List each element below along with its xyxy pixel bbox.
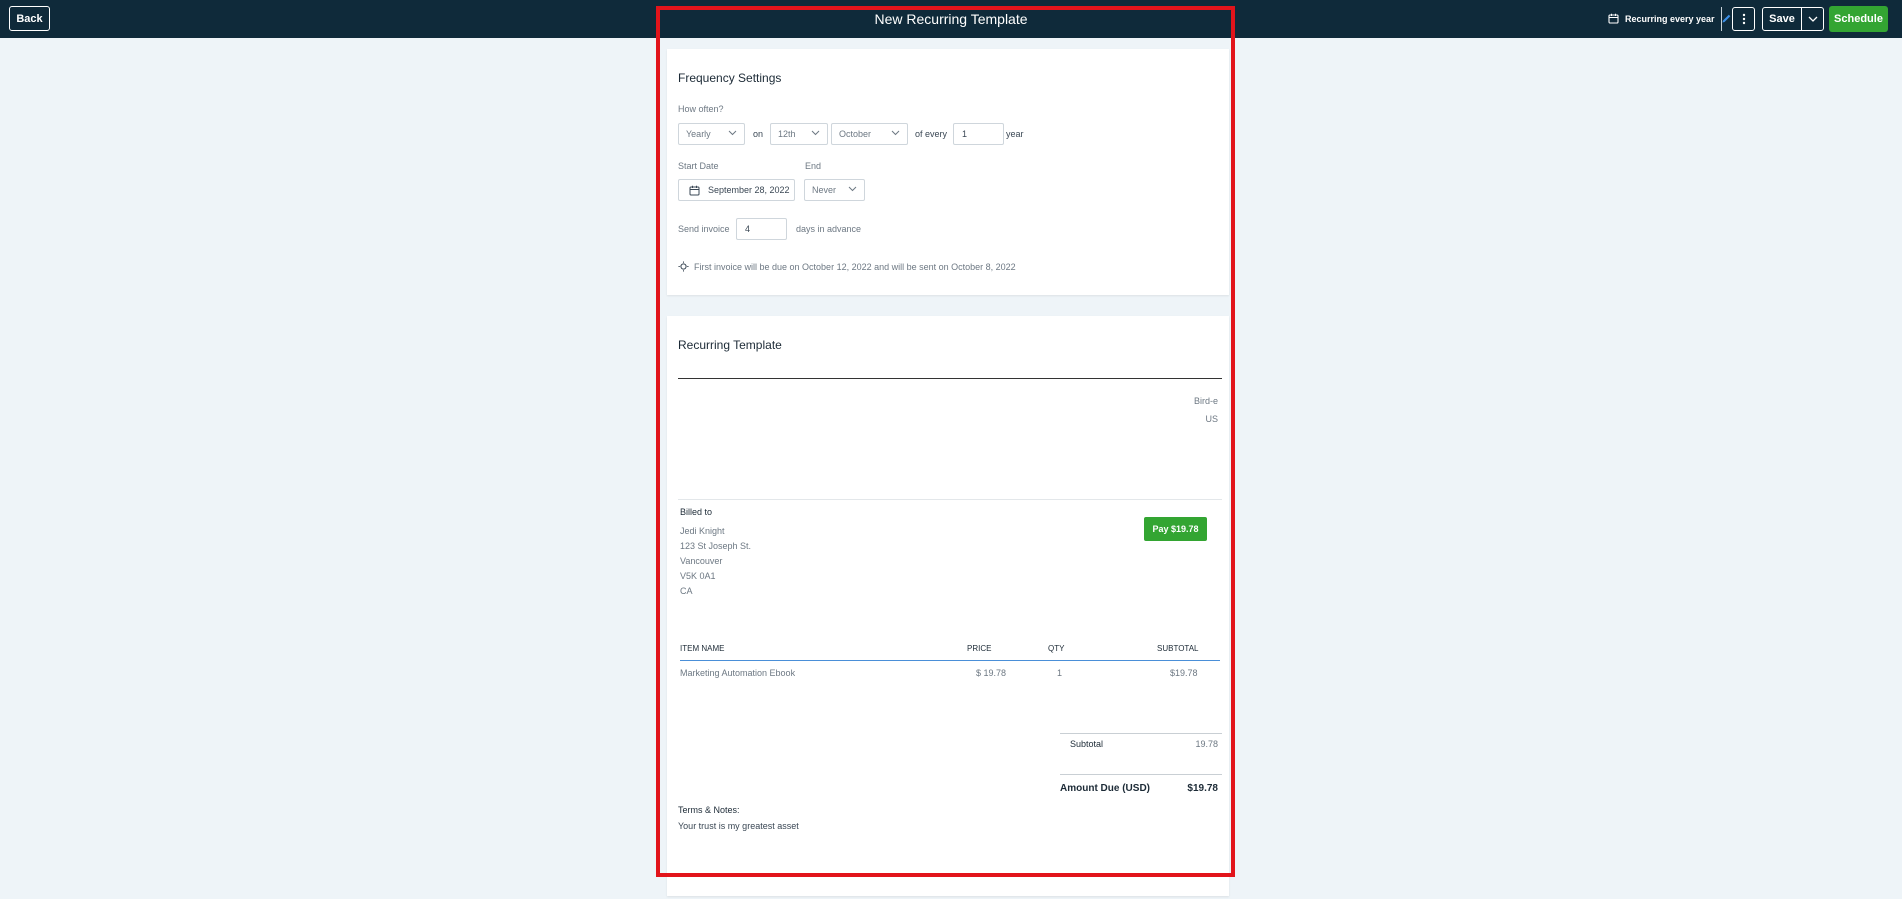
day-select[interactable]: 12th xyxy=(770,123,828,145)
of-every-label: of every xyxy=(915,129,948,139)
vertical-dots-icon xyxy=(1742,13,1745,25)
column-header-subtotal: SUBTOTAL xyxy=(1157,644,1199,653)
end-label: End xyxy=(805,161,822,171)
terms-notes-text: Your trust is my greatest asset xyxy=(678,821,799,831)
billed-to-line: Vancouver xyxy=(680,556,723,566)
column-header-qty: QTY xyxy=(1048,644,1065,653)
send-days-input[interactable]: 4 xyxy=(736,218,787,240)
days-in-advance-label: days in advance xyxy=(796,224,862,234)
subtotal-label: Subtotal xyxy=(1070,739,1104,749)
first-invoice-info-text: First invoice will be due on October 12,… xyxy=(694,261,1016,272)
send-invoice-label: Send invoice xyxy=(678,224,730,234)
day-select-value: 12th xyxy=(778,129,796,139)
subtotal-divider xyxy=(1060,733,1222,734)
how-often-label: How often? xyxy=(678,104,724,114)
end-select[interactable]: Never xyxy=(804,179,865,201)
billed-to-label: Billed to xyxy=(680,507,713,517)
start-date-label: Start Date xyxy=(678,161,719,171)
recurring-template-card: Recurring Template Bird-e US Billed to J… xyxy=(667,316,1229,896)
interval-input[interactable]: 1 xyxy=(953,123,1004,145)
item-qty: 1 xyxy=(1057,668,1063,678)
start-date-picker[interactable]: September 28, 2022 xyxy=(678,179,795,201)
company-country: US xyxy=(1205,414,1218,424)
billed-to-line: V5K 0A1 xyxy=(680,571,716,581)
pay-button[interactable]: Pay $19.78 xyxy=(1144,517,1207,541)
recurring-summary[interactable]: Recurring every year xyxy=(1608,13,1732,24)
billed-to-line: Jedi Knight xyxy=(680,526,725,536)
table-header-divider xyxy=(680,660,1220,661)
year-unit-label: year xyxy=(1006,129,1024,139)
terms-notes-label: Terms & Notes: xyxy=(678,805,740,815)
item-subtotal: $19.78 xyxy=(1170,668,1198,678)
chevron-down-icon xyxy=(728,130,737,136)
amount-due-divider xyxy=(1060,774,1222,775)
calendar-icon xyxy=(689,185,700,195)
amount-due-label: Amount Due (USD) xyxy=(1060,783,1150,794)
recurring-label: Recurring every year xyxy=(1625,13,1715,24)
period-select[interactable]: Yearly xyxy=(678,123,745,145)
schedule-button[interactable]: Schedule xyxy=(1829,6,1888,32)
save-dropdown-button[interactable] xyxy=(1801,7,1824,31)
template-divider xyxy=(678,378,1222,379)
calendar-icon xyxy=(1608,13,1619,24)
item-name: Marketing Automation Ebook xyxy=(680,668,796,678)
billing-divider xyxy=(678,499,1222,500)
chevron-down-icon xyxy=(811,130,820,136)
chevron-down-icon xyxy=(1808,16,1817,22)
chevron-down-icon xyxy=(891,130,900,136)
start-date-value: September 28, 2022 xyxy=(708,185,790,195)
item-price: $ 19.78 xyxy=(976,668,1007,678)
save-button[interactable]: Save xyxy=(1762,7,1802,31)
frequency-settings-title: Frequency Settings xyxy=(678,71,782,85)
end-select-value: Never xyxy=(812,185,837,195)
top-bar: Back New Recurring Template Recurring ev… xyxy=(0,0,1902,38)
frequency-settings-card: Frequency Settings How often? Yearly on … xyxy=(667,49,1229,295)
company-name: Bird-e xyxy=(1193,396,1218,406)
chevron-down-icon xyxy=(848,186,857,192)
month-select-value: October xyxy=(839,129,872,139)
pencil-icon[interactable] xyxy=(1721,13,1732,24)
header-divider xyxy=(1721,7,1722,31)
billed-to-line: CA xyxy=(680,586,693,596)
recurring-template-title: Recurring Template xyxy=(678,338,782,352)
column-header-price: PRICE xyxy=(967,644,992,653)
subtotal-value: 19.78 xyxy=(1195,739,1218,749)
lightbulb-icon xyxy=(678,261,689,272)
column-header-item: ITEM NAME xyxy=(680,644,725,653)
amount-due-value: $19.78 xyxy=(1187,783,1218,794)
more-options-button[interactable] xyxy=(1732,7,1755,31)
period-select-value: Yearly xyxy=(686,129,711,139)
billed-to-line: 123 St Joseph St. xyxy=(680,541,752,551)
on-label: on xyxy=(753,129,764,139)
first-invoice-info: First invoice will be due on October 12,… xyxy=(678,261,1016,272)
month-select[interactable]: October xyxy=(831,123,908,145)
